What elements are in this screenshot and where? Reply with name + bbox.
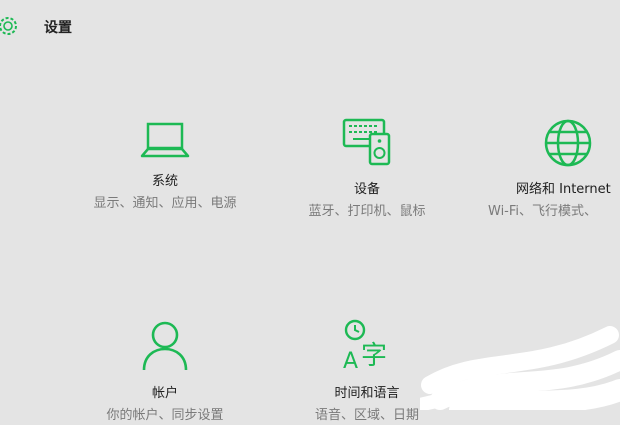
settings-header: 设置 [0,0,620,52]
globe-icon [544,119,592,167]
tile-devices-desc: 蓝牙、打印机、鼠标 [308,204,426,219]
tile-accounts[interactable]: 帐户 你的帐户、同步设置 [80,320,250,425]
tile-network-label: 网络和 Internet [516,182,611,197]
time-language-icon: A 字 [343,319,387,372]
svg-text:字: 字 [361,341,387,371]
laptop-icon [140,122,190,158]
tile-system-label: 系统 [151,174,178,189]
tile-system-desc: 显示、通知、应用、电源 [93,196,237,211]
scribble-overlay [420,326,620,410]
tile-devices-label: 设备 [353,182,380,197]
gear-icon[interactable] [0,14,20,38]
page-title: 设置 [44,20,72,36]
tile-system[interactable]: 系统 显示、通知、应用、电源 [80,120,250,213]
devices-icon [342,118,391,166]
tile-network[interactable]: 网络和 Internet Wi-Fi、飞行模式、 [482,118,620,221]
tile-accounts-desc: 你的帐户、同步设置 [106,408,224,423]
person-icon [142,321,188,371]
tile-devices[interactable]: 设备 蓝牙、打印机、鼠标 [282,116,452,221]
tile-accounts-label: 帐户 [151,386,178,401]
tile-network-desc: Wi-Fi、飞行模式、 [488,204,598,219]
svg-text:A: A [343,349,358,372]
